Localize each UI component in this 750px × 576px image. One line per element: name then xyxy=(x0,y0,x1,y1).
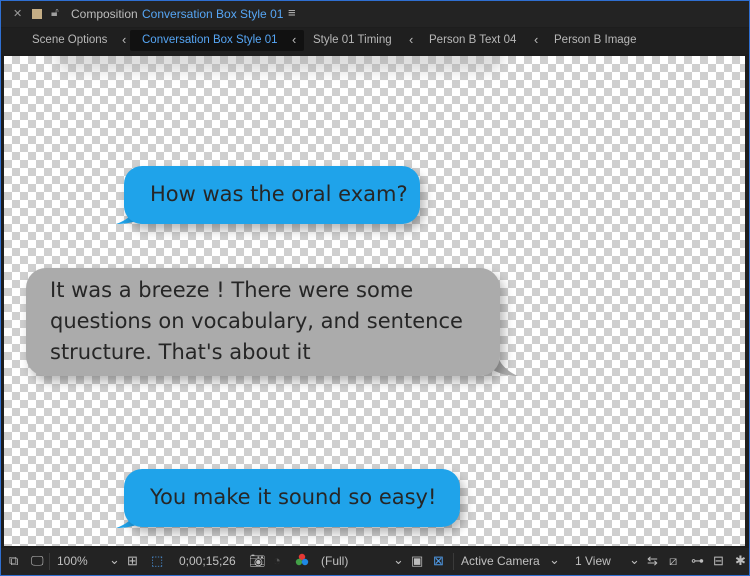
breadcrumb-person-b-image[interactable]: Person B Image xyxy=(554,34,636,46)
composition-viewer[interactable]: How was the oral exam? It was a breeze !… xyxy=(4,56,745,546)
show-channel-icon[interactable] xyxy=(295,553,309,570)
chevron-left-icon: ‹ xyxy=(534,32,539,47)
camera-view-dropdown[interactable]: Active Camera xyxy=(461,554,540,568)
message-bubble-person-a[interactable]: How was the oral exam? xyxy=(124,166,420,224)
separator xyxy=(453,553,454,570)
resolution-dropdown[interactable]: (Full) xyxy=(321,554,348,568)
timeline-icon[interactable]: ⧄ xyxy=(669,553,677,569)
close-panel-icon[interactable]: ✕ xyxy=(13,7,22,20)
grid-guide-icon[interactable]: ⊞ xyxy=(127,553,138,569)
separator xyxy=(49,553,50,570)
chevron-left-icon: ‹ xyxy=(122,32,127,47)
chevron-down-icon[interactable]: ⌄ xyxy=(393,552,404,568)
breadcrumb-scene-options[interactable]: Scene Options xyxy=(32,34,107,46)
message-bubble-person-b[interactable]: It was a breeze ! There were some questi… xyxy=(26,268,500,376)
exposure-icon[interactable]: ✱ xyxy=(735,553,746,569)
snapshot-camera-icon[interactable]: 📷︎ xyxy=(249,553,266,569)
show-snapshot-icon[interactable]: ◔ xyxy=(273,553,281,568)
zoom-level-dropdown[interactable]: 100% xyxy=(57,554,88,568)
lock-icon[interactable]: 🔓︎ xyxy=(51,5,59,20)
toggle-pixel-aspect-icon[interactable]: ⇆ xyxy=(647,553,658,569)
fast-previews-icon[interactable]: ▣ xyxy=(411,553,423,569)
message-text: How was the oral exam? xyxy=(150,182,408,206)
label-color-swatch-icon[interactable] xyxy=(32,9,42,19)
message-text: You make it sound so easy! xyxy=(150,485,437,509)
panel-label: Composition xyxy=(71,7,138,21)
transparency-grid-icon[interactable]: ⊠ xyxy=(433,553,444,569)
offscreen-bubble-shadow xyxy=(54,56,504,72)
composition-name[interactable]: Conversation Box Style 01 xyxy=(142,7,283,21)
chevron-left-icon: ‹ xyxy=(292,32,297,47)
message-text-line-1: It was a breeze ! There were some xyxy=(50,278,414,302)
message-text-line-3: structure. That's about it xyxy=(50,340,311,364)
reset-exposure-icon[interactable]: ⊟ xyxy=(713,553,724,569)
message-bubble-person-a[interactable]: You make it sound so easy! xyxy=(124,469,460,527)
view-layout-dropdown[interactable]: 1 View xyxy=(575,554,611,568)
breadcrumb-style-01-timing[interactable]: Style 01 Timing xyxy=(313,34,392,46)
hamburger-icon[interactable]: ≡ xyxy=(288,5,296,20)
breadcrumb-person-b-text-04[interactable]: Person B Text 04 xyxy=(429,34,516,46)
panel-title-bar: ✕ 🔓︎ Composition Conversation Box Style … xyxy=(1,1,749,27)
composition-navigator: Scene Options ‹ Conversation Box Style 0… xyxy=(1,28,749,54)
chevron-left-icon: ‹ xyxy=(409,32,414,47)
chevron-down-icon[interactable]: ⌄ xyxy=(109,552,120,568)
breadcrumb-conversation-box-style-01[interactable]: Conversation Box Style 01 xyxy=(142,34,278,46)
message-text-line-2: questions on vocabulary, and sentence xyxy=(50,309,463,333)
monitor-icon[interactable]: 🖵︎ xyxy=(31,553,44,569)
current-time-display[interactable]: 0;00;15;26 xyxy=(179,554,236,568)
region-of-interest-icon[interactable]: ⬚ xyxy=(151,553,163,569)
rgb-channels-icon xyxy=(295,553,309,566)
viewer-status-bar: ⧉ 🖵︎ 100% ⌄ ⊞ ⬚ 0;00;15;26 📷︎ ◔ (Full) ⌄… xyxy=(1,548,749,575)
always-preview-icon[interactable]: ⧉ xyxy=(9,553,18,569)
chevron-down-icon[interactable]: ⌄ xyxy=(629,552,640,568)
flowchart-icon[interactable]: ⊶ xyxy=(691,553,704,569)
chevron-down-icon[interactable]: ⌄ xyxy=(549,552,560,568)
